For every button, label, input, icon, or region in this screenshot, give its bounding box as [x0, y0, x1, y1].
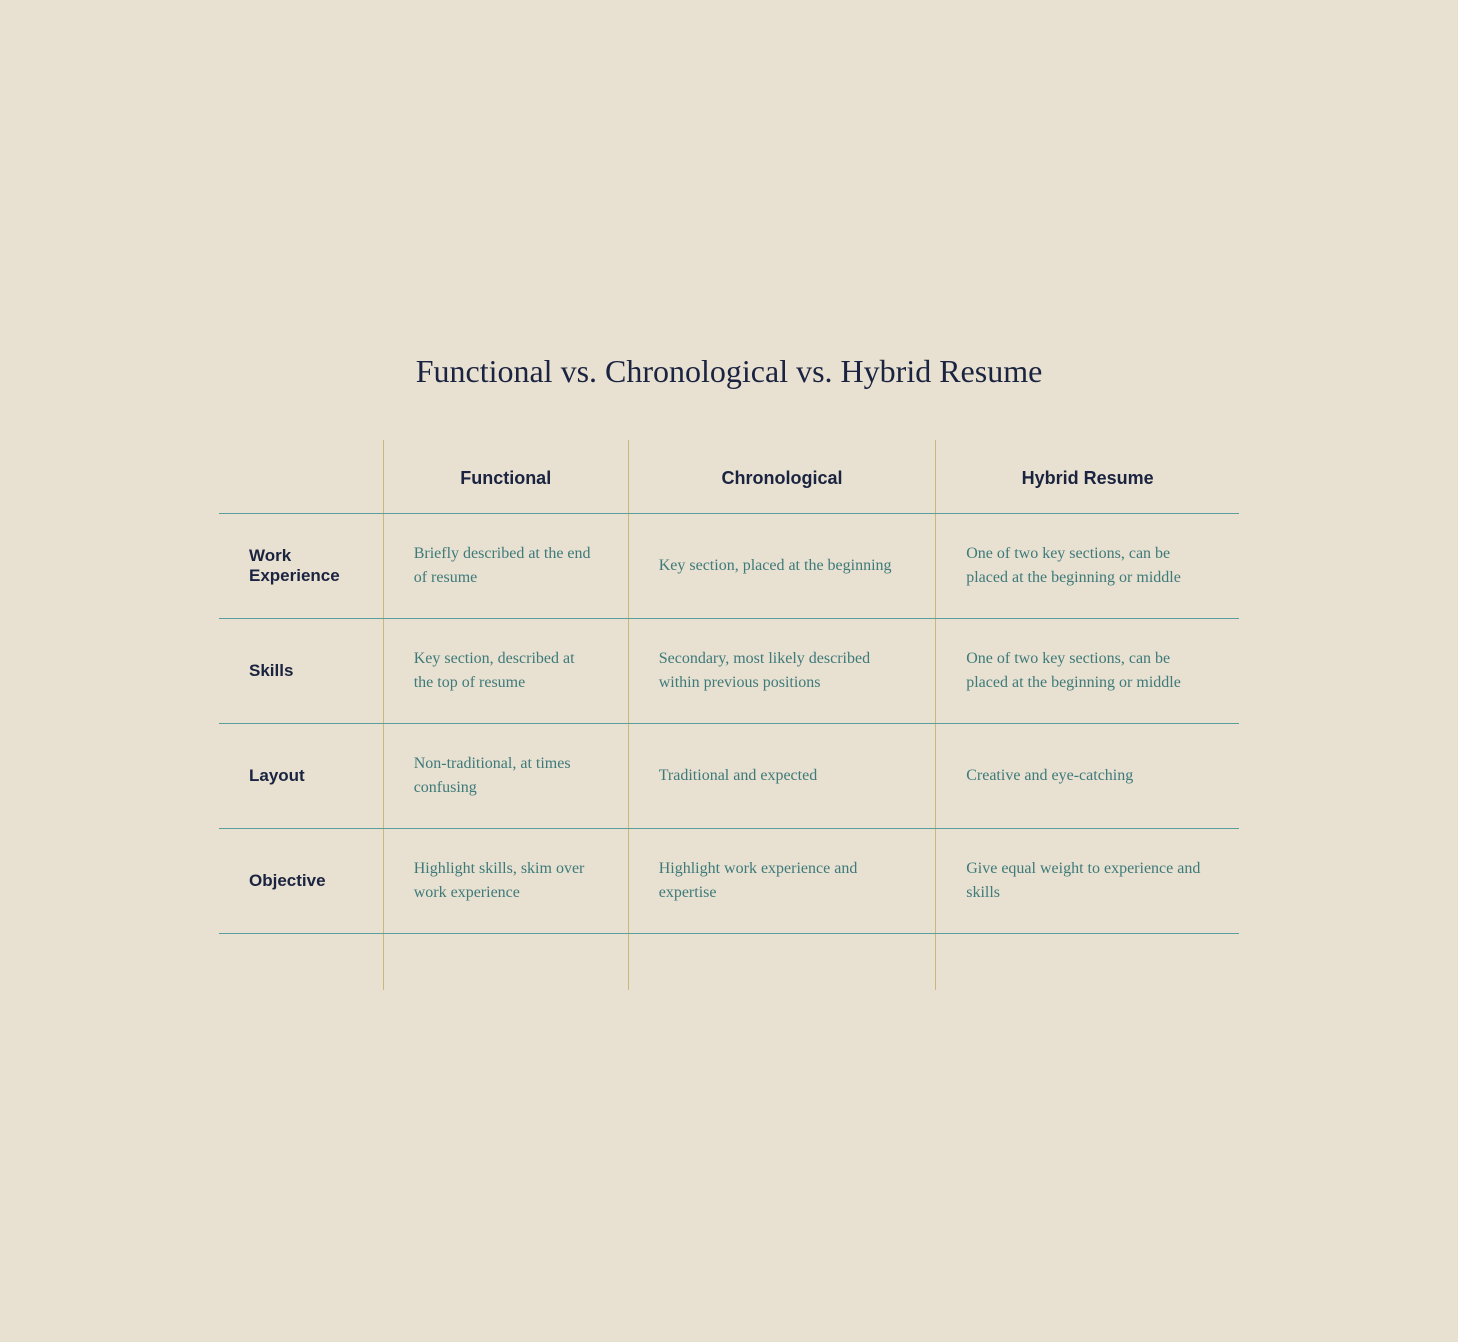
- comparison-table: Functional Chronological Hybrid Resume W…: [219, 440, 1239, 990]
- cell-functional-0: Briefly described at the end of resume: [383, 513, 628, 618]
- cell-hybrid-0: One of two key sections, can be placed a…: [936, 513, 1239, 618]
- col-header-functional: Functional: [383, 440, 628, 514]
- cell-hybrid-1: One of two key sections, can be placed a…: [936, 618, 1239, 723]
- cell-functional-2: Non-traditional, at times confusing: [383, 723, 628, 828]
- cell-functional-1: Key section, described at the top of res…: [383, 618, 628, 723]
- table-row: ObjectiveHighlight skills, skim over wor…: [219, 828, 1239, 933]
- col-header-chronological: Chronological: [628, 440, 936, 514]
- cell-chronological-3: Highlight work experience and expertise: [628, 828, 936, 933]
- row-header-layout: Layout: [219, 723, 383, 828]
- table-row: SkillsKey section, described at the top …: [219, 618, 1239, 723]
- cell-chronological-1: Secondary, most likely described within …: [628, 618, 936, 723]
- table-row: Work ExperienceBriefly described at the …: [219, 513, 1239, 618]
- page-title: Functional vs. Chronological vs. Hybrid …: [219, 353, 1239, 390]
- table-row: LayoutNon-traditional, at times confusin…: [219, 723, 1239, 828]
- cell-chronological-0: Key section, placed at the beginning: [628, 513, 936, 618]
- row-header-work-experience: Work Experience: [219, 513, 383, 618]
- row-header-objective: Objective: [219, 828, 383, 933]
- table-row-empty: [219, 933, 1239, 990]
- table-header-row: Functional Chronological Hybrid Resume: [219, 440, 1239, 514]
- cell-hybrid-2: Creative and eye-catching: [936, 723, 1239, 828]
- cell-functional-3: Highlight skills, skim over work experie…: [383, 828, 628, 933]
- cell-hybrid-3: Give equal weight to experience and skil…: [936, 828, 1239, 933]
- col-header-hybrid: Hybrid Resume: [936, 440, 1239, 514]
- cell-chronological-2: Traditional and expected: [628, 723, 936, 828]
- page-container: Functional vs. Chronological vs. Hybrid …: [179, 293, 1279, 1050]
- col-header-empty: [219, 440, 383, 514]
- row-header-skills: Skills: [219, 618, 383, 723]
